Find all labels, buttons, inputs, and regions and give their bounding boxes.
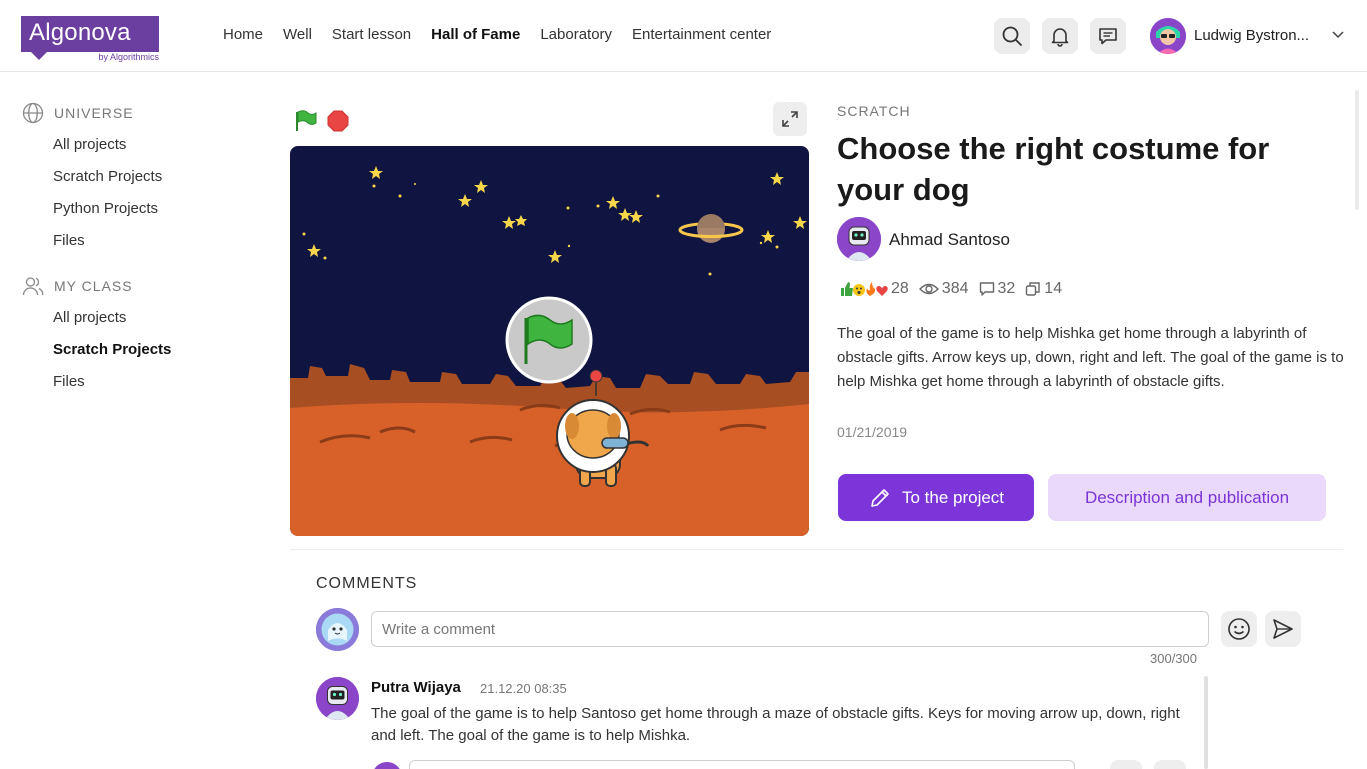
comment-input[interactable] (371, 611, 1209, 647)
copy-icon (1026, 282, 1040, 296)
algonova-logo[interactable]: Algonova by Algorithmics (21, 16, 159, 62)
author-avatar[interactable] (837, 217, 881, 261)
nav-well[interactable]: Well (283, 26, 312, 43)
green-flag-overlay[interactable] (505, 296, 593, 384)
reply-send-button[interactable] (1154, 760, 1186, 769)
scratch-stage[interactable] (290, 146, 809, 536)
sidebar-section-universe: UNIVERSE (22, 102, 134, 124)
user-avatar[interactable] (1150, 18, 1186, 54)
project-description: The goal of the game is to help Mishka g… (837, 325, 1344, 390)
nav-hall-of-fame[interactable]: Hall of Fame (431, 26, 520, 43)
ghost-avatar-image (316, 608, 359, 651)
globe-icon (22, 102, 44, 124)
views-stat: 384 (918, 280, 969, 298)
views-count: 384 (941, 280, 969, 297)
logo-subtitle: by Algorithmics (98, 52, 159, 62)
eye-icon (918, 283, 939, 295)
sidebar-item-universe-scratch-projects[interactable]: Scratch Projects (53, 168, 162, 185)
chevron-down-icon[interactable] (1332, 30, 1344, 40)
robot-avatar-image (316, 677, 359, 720)
comment-timestamp: 21.12.20 08:35 (480, 681, 567, 696)
robot-avatar-image (837, 217, 881, 261)
user-avatar-image (1150, 18, 1186, 54)
to-the-project-label: To the project (901, 487, 1005, 507)
users-icon (22, 277, 44, 296)
nav-entertainment-center[interactable]: Entertainment center (632, 26, 771, 43)
char-counter: 300/300 (1150, 651, 1197, 666)
comment-icon (979, 282, 994, 296)
project-category: SCRATCH (837, 103, 911, 119)
logo-box: Algonova (21, 16, 159, 52)
project-date: 01/21/2019 (837, 424, 908, 440)
logo-text: Algonova (29, 19, 131, 46)
comment-author-avatar[interactable] (316, 677, 359, 720)
sidebar-universe-title: UNIVERSE (54, 105, 134, 121)
reply-input[interactable] (409, 760, 1075, 769)
comments-count: 32 (997, 280, 1016, 297)
top-header: Algonova by Algorithmics Home Well Start… (0, 0, 1367, 72)
project-title: Choose the right costume for your dog (837, 131, 1270, 207)
reactions-count: 28 (891, 280, 909, 297)
green-flag-icon[interactable] (294, 110, 318, 132)
bell-icon (1051, 28, 1069, 47)
user-name[interactable]: Ludwig Bystron... (1194, 27, 1309, 44)
search-icon (1002, 26, 1022, 46)
nav-laboratory[interactable]: Laboratory (540, 26, 612, 43)
comments-scrollbar[interactable] (1204, 676, 1208, 769)
comment-author-name[interactable]: Putra Wijaya (371, 679, 461, 696)
project-stats: 28 384 32 14 (840, 280, 1066, 298)
reactions-stat[interactable]: 28 (840, 280, 909, 298)
sidebar-item-universe-python-projects[interactable]: Python Projects (53, 200, 158, 217)
sidebar-item-class-files[interactable]: Files (53, 373, 85, 390)
author-name[interactable]: Ahmad Santoso (889, 230, 1010, 250)
chat-icon (1099, 28, 1117, 45)
search-button[interactable] (994, 18, 1030, 54)
emoji-button[interactable] (1221, 611, 1257, 647)
reply-emoji-button[interactable] (1110, 760, 1142, 769)
sidebar-my-class-title: MY CLASS (54, 278, 133, 294)
page-scrollbar[interactable] (1355, 90, 1359, 210)
send-comment-button[interactable] (1265, 611, 1301, 647)
notifications-button[interactable] (1042, 18, 1078, 54)
copies-stat: 14 (1025, 280, 1062, 298)
comment-text: The goal of the game is to help Santoso … (371, 705, 1180, 744)
sidebar-item-universe-files[interactable]: Files (53, 232, 85, 249)
sidebar-section-my-class: MY CLASS (22, 275, 133, 297)
stage-scene (290, 146, 809, 536)
sidebar-item-class-all-projects[interactable]: All projects (53, 309, 126, 326)
main-nav: Home Well Start lesson Hall of Fame Labo… (223, 26, 771, 43)
sidebar-item-class-scratch-projects[interactable]: Scratch Projects (53, 341, 171, 358)
expand-icon (782, 111, 798, 127)
description-publication-button[interactable]: Description and publication (1048, 474, 1326, 521)
nav-start-lesson[interactable]: Start lesson (332, 26, 411, 43)
send-icon (1273, 619, 1293, 639)
comments-stat: 32 (979, 280, 1016, 298)
section-divider (290, 549, 1343, 550)
fullscreen-button[interactable] (773, 102, 807, 136)
smiley-icon (1228, 618, 1250, 640)
pencil-icon (871, 488, 889, 507)
description-publication-label: Description and publication (1084, 487, 1290, 507)
comments-title: COMMENTS (316, 575, 418, 592)
reactions-icon (841, 282, 888, 296)
to-the-project-button[interactable]: To the project (838, 474, 1034, 521)
logo-tail (31, 52, 47, 60)
copies-count: 14 (1044, 280, 1063, 297)
current-user-avatar (316, 608, 359, 651)
stop-icon[interactable] (327, 110, 349, 132)
reply-avatar (372, 762, 402, 769)
messages-button[interactable] (1090, 18, 1126, 54)
nav-home[interactable]: Home (223, 26, 263, 43)
sidebar-item-universe-all-projects[interactable]: All projects (53, 136, 126, 153)
